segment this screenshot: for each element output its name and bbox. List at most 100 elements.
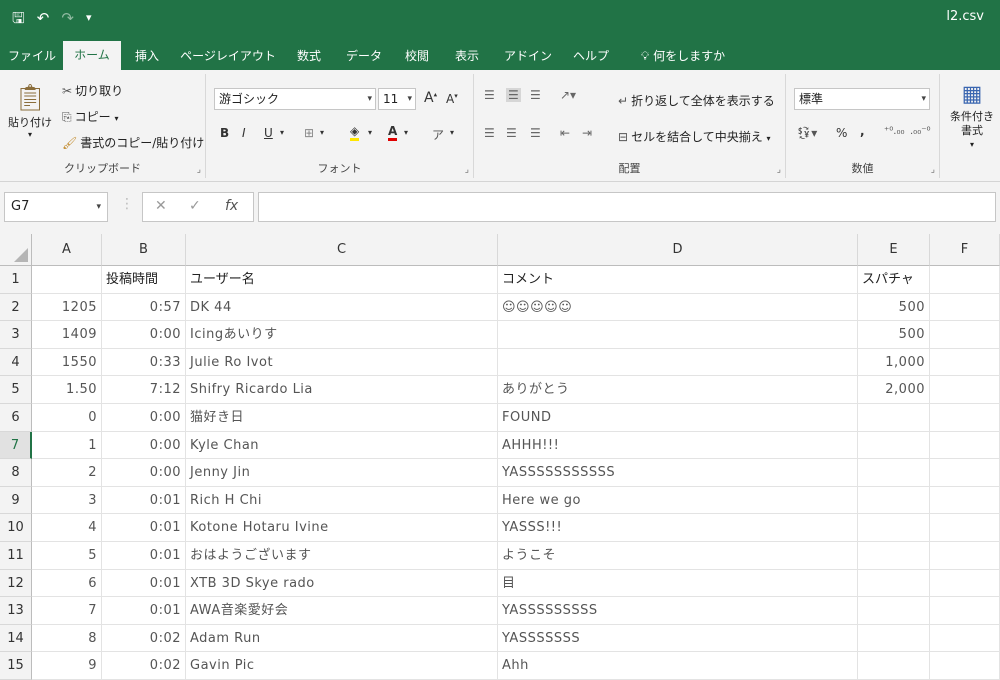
chevron-down-icon[interactable]: ▾ <box>368 128 372 137</box>
cell-b[interactable]: 0:57 <box>102 293 186 322</box>
row-header[interactable]: 2 <box>0 293 32 322</box>
formula-input[interactable] <box>258 192 996 222</box>
cell-e[interactable] <box>858 404 930 432</box>
cell-a[interactable]: 1409 <box>32 321 102 349</box>
cell-e[interactable] <box>858 514 930 542</box>
dialog-launcher-icon[interactable]: ⌟ <box>931 165 935 175</box>
cell-d[interactable]: YASSSSSSS <box>498 624 858 653</box>
cell-c[interactable]: Gavin Pic <box>186 652 498 680</box>
cell-a[interactable]: 1 <box>32 431 102 460</box>
bold-button[interactable]: B <box>220 126 229 140</box>
row-header[interactable]: 12 <box>0 569 32 598</box>
cell-d[interactable]: YASSSSSSSSSSS <box>498 459 858 487</box>
align-center-icon[interactable]: ☰ <box>506 126 517 140</box>
phonetic-guide-icon[interactable]: ア <box>432 126 444 143</box>
cell-d[interactable]: ありがとう <box>498 376 858 404</box>
cell-c[interactable]: Jenny Jin <box>186 459 498 487</box>
cell-d[interactable]: YASSSSSSSSS <box>498 597 858 625</box>
cell-c[interactable]: XTB 3D Skye rado <box>186 569 498 598</box>
cell-f[interactable] <box>930 266 1000 294</box>
copy-button[interactable]: ⎘ コピー ▾ <box>62 108 118 125</box>
column-header-f[interactable]: F <box>930 234 1000 266</box>
cell-e[interactable]: スパチャ <box>858 266 930 294</box>
shrink-font-button[interactable]: A▾ <box>446 92 458 106</box>
row-header[interactable]: 3 <box>0 321 32 349</box>
cell-b[interactable]: 0:00 <box>102 321 186 349</box>
name-box[interactable]: G7 ▾ <box>4 192 108 222</box>
cell-e[interactable]: 2,000 <box>858 376 930 404</box>
cell-c[interactable]: 猫好き日 <box>186 404 498 432</box>
cell-f[interactable] <box>930 624 1000 653</box>
cell-b[interactable]: 0:01 <box>102 597 186 625</box>
cell-d[interactable] <box>498 321 858 349</box>
cell-e[interactable]: 1,000 <box>858 348 930 377</box>
cell-f[interactable] <box>930 431 1000 460</box>
cell-b[interactable]: 0:33 <box>102 348 186 377</box>
align-middle-icon[interactable]: ☰ <box>506 88 521 102</box>
cell-b[interactable]: 0:01 <box>102 542 186 570</box>
cell-a[interactable] <box>32 266 102 294</box>
cut-button[interactable]: ✂ 切り取り <box>62 82 123 99</box>
cell-e[interactable]: 500 <box>858 321 930 349</box>
cell-b[interactable]: 0:00 <box>102 404 186 432</box>
cell-a[interactable]: 1550 <box>32 348 102 377</box>
borders-icon[interactable]: ⊞ <box>304 126 314 140</box>
cell-a[interactable]: 2 <box>32 459 102 487</box>
cell-a[interactable]: 5 <box>32 542 102 570</box>
cell-a[interactable]: 3 <box>32 486 102 515</box>
cell-b[interactable]: 0:00 <box>102 431 186 460</box>
tab-insert[interactable]: 挿入 <box>124 43 170 70</box>
cell-e[interactable] <box>858 459 930 487</box>
column-header-b[interactable]: B <box>102 234 186 266</box>
cell-f[interactable] <box>930 459 1000 487</box>
cell-c[interactable]: Julie Ro Ivot <box>186 348 498 377</box>
decrease-decimal-icon[interactable]: .₀₀⁻⁰ <box>910 126 930 137</box>
cell-f[interactable] <box>930 293 1000 322</box>
italic-button[interactable]: I <box>242 126 246 140</box>
cell-d[interactable]: ようこそ <box>498 542 858 570</box>
redo-icon[interactable]: ↷ <box>61 8 74 28</box>
column-header-e[interactable]: E <box>858 234 930 266</box>
cell-f[interactable] <box>930 514 1000 542</box>
dialog-launcher-icon[interactable]: ⌟ <box>197 165 201 175</box>
row-header[interactable]: 7 <box>0 431 32 460</box>
row-header[interactable]: 1 <box>0 266 32 294</box>
cell-e[interactable] <box>858 569 930 598</box>
grow-font-button[interactable]: A▴ <box>424 90 437 106</box>
percent-button[interactable]: % <box>836 126 847 140</box>
save-icon[interactable]: 🖫 <box>12 8 25 28</box>
currency-icon[interactable]: 💱︎▾ <box>796 126 817 140</box>
align-bottom-icon[interactable]: ☰ <box>530 88 541 102</box>
orientation-icon[interactable]: ↗▾ <box>560 88 576 102</box>
row-header[interactable]: 15 <box>0 652 32 680</box>
cell-a[interactable]: 7 <box>32 597 102 625</box>
comma-button[interactable]: , <box>860 124 865 138</box>
cell-f[interactable] <box>930 404 1000 432</box>
cell-e[interactable] <box>858 597 930 625</box>
cell-c[interactable]: Kyle Chan <box>186 431 498 460</box>
dialog-launcher-icon[interactable]: ⌟ <box>465 165 469 175</box>
undo-icon[interactable]: ↶ <box>37 8 50 28</box>
row-header[interactable]: 8 <box>0 459 32 487</box>
cell-e[interactable] <box>858 542 930 570</box>
resize-handle-icon[interactable]: ⋮ <box>120 196 134 212</box>
cell-d[interactable]: YASSS!!! <box>498 514 858 542</box>
tell-me-search[interactable]: 💡︎ 何をしますか <box>630 43 736 70</box>
align-top-icon[interactable]: ☰ <box>484 88 495 102</box>
cell-d[interactable]: コメント <box>498 266 858 294</box>
cell-b[interactable]: 投稿時間 <box>102 266 186 294</box>
cell-d[interactable]: ☺☺☺☺☺ <box>498 293 858 322</box>
cell-f[interactable] <box>930 652 1000 680</box>
cell-a[interactable]: 1.50 <box>32 376 102 404</box>
chevron-down-icon[interactable]: ▾ <box>404 128 408 137</box>
increase-decimal-icon[interactable]: ⁺⁰.₀₀ <box>884 126 904 137</box>
cell-d[interactable]: Here we go <box>498 486 858 515</box>
cell-f[interactable] <box>930 376 1000 404</box>
increase-indent-icon[interactable]: ⇥ <box>582 126 592 140</box>
column-header-d[interactable]: D <box>498 234 858 266</box>
cell-c[interactable]: ユーザー名 <box>186 266 498 294</box>
row-header[interactable]: 13 <box>0 597 32 625</box>
cell-f[interactable] <box>930 542 1000 570</box>
cell-e[interactable] <box>858 624 930 653</box>
cell-c[interactable]: おはようございます <box>186 542 498 570</box>
